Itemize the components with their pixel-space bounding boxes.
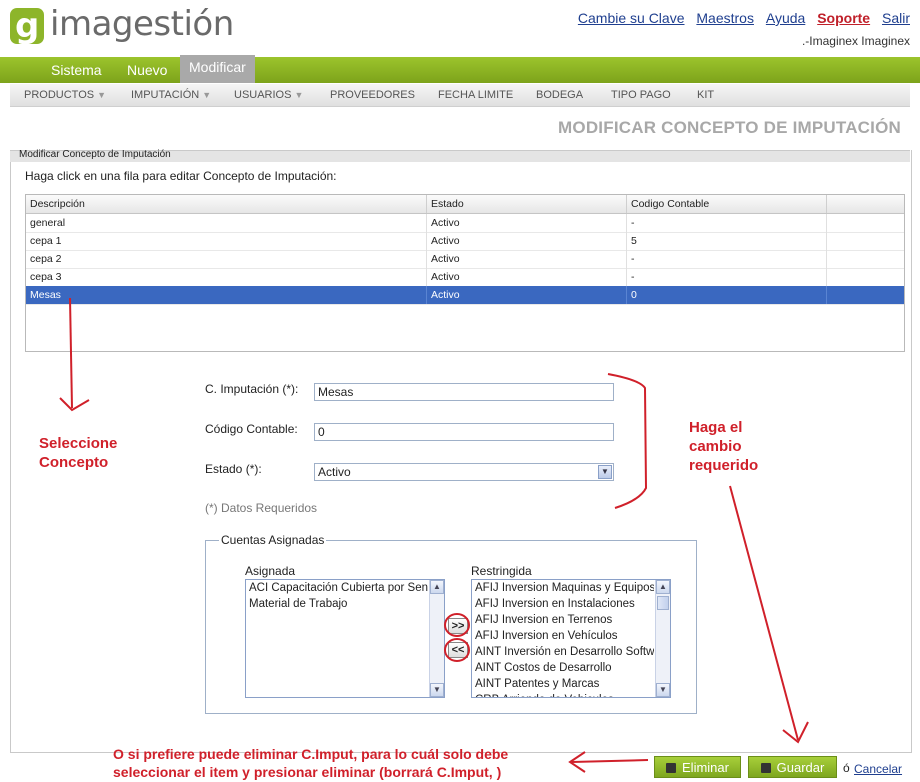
annotation-eliminar-hint: O si prefiere puede eliminar C.Imput, pa… [113, 746, 509, 780]
annotation-haga: Haga el cambio requerido [689, 419, 759, 474]
bracket-icon [607, 373, 648, 509]
arrow-head [59, 397, 90, 412]
eliminar-button[interactable]: Eliminar [654, 756, 741, 778]
arrow-line [729, 485, 799, 741]
trash-icon [666, 763, 677, 773]
or-text: ó [843, 761, 850, 775]
arrow-line [571, 759, 649, 763]
annotation-arrows [59, 297, 809, 773]
save-icon [760, 763, 771, 773]
arrow-line [69, 297, 73, 409]
guardar-button[interactable]: Guardar [748, 756, 837, 778]
annotation-seleccione: Seleccione Concepto [39, 435, 118, 471]
cancelar-link[interactable]: Cancelar [854, 762, 902, 776]
